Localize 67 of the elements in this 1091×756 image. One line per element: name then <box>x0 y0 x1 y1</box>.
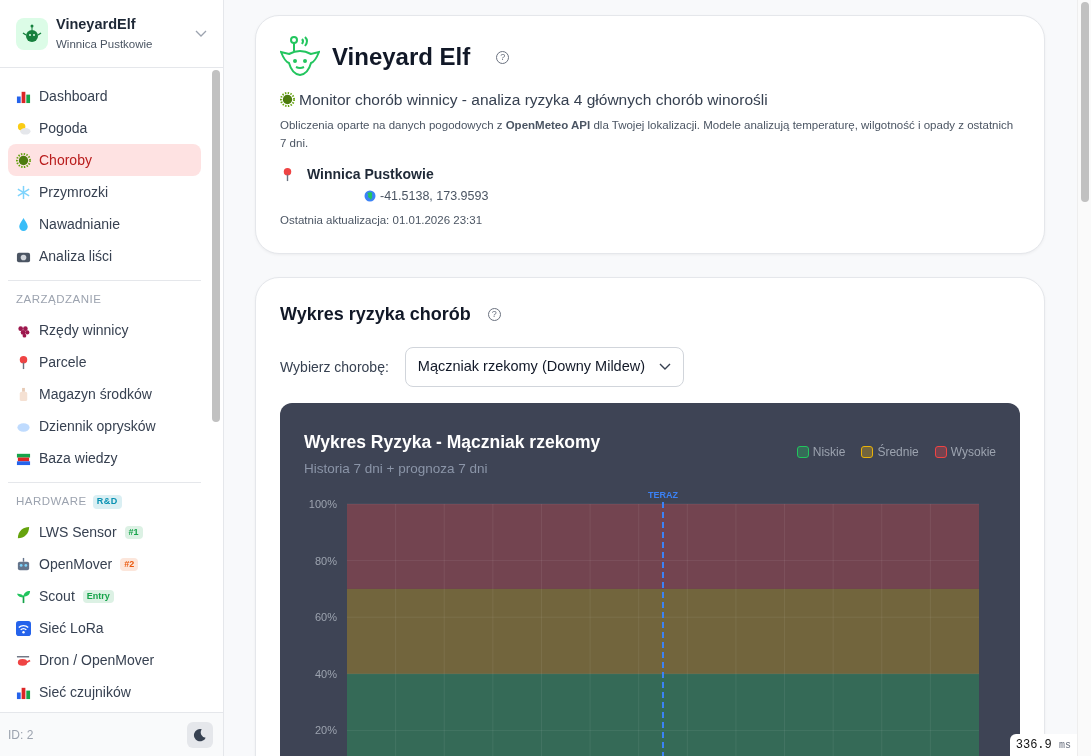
nav-item[interactable]: Dashboard <box>8 80 201 112</box>
nav-item[interactable]: Nawadnianie <box>8 208 201 240</box>
section-heading: HARDWARE <box>16 494 87 510</box>
globe-icon <box>364 190 376 203</box>
render-time-label: 336.9 ms <box>1009 734 1077 756</box>
nav-item[interactable]: Przymrozki <box>8 176 201 208</box>
legend-label: Wysokie <box>950 444 996 462</box>
scrollbar-thumb[interactable] <box>1080 2 1089 202</box>
now-marker-label: TERAZ <box>648 489 678 500</box>
nav-item[interactable]: Analiza liści <box>8 240 201 272</box>
nav-item[interactable]: Parcele <box>8 346 201 379</box>
nav-item[interactable]: Baza wiedzy <box>8 442 201 475</box>
moon-icon <box>193 727 207 742</box>
nav-item[interactable]: Sieć czujników <box>8 676 201 709</box>
tag: Entry <box>82 589 114 604</box>
app-logo-icon <box>16 17 48 50</box>
legend-label: Średnie <box>877 443 919 462</box>
legend-label: Niskie <box>812 444 846 462</box>
nav-item[interactable]: Dron / OpenMover <box>8 644 201 677</box>
virus-icon <box>280 92 295 108</box>
nav-item[interactable]: OpenMover #2 <box>8 548 201 581</box>
nav-item[interactable]: Sieć LoRa <box>8 612 201 645</box>
sprout-icon <box>16 589 31 604</box>
axis-label: 60% <box>314 610 337 623</box>
bar-chart-icon <box>16 685 31 700</box>
nav-item[interactable]: Rzędy winnicy <box>8 314 201 347</box>
sun-cloud-icon <box>16 120 31 136</box>
tag: #1 <box>124 525 143 540</box>
nav-item[interactable]: Choroby <box>8 144 201 176</box>
description-text: Obliczenia oparte na danych pogodowych z OpenMeteo API dla Twojej lokalizacji. Modele analizują temperaturę, wilgotność i opady z ostatnich 7 dni. <box>280 118 1015 151</box>
nav-item[interactable]: LWS Sensor #1 <box>8 516 201 549</box>
brand-subtitle: Winnica Pustkowie <box>56 36 154 52</box>
elf-robot-icon <box>280 36 320 78</box>
chevron-down-icon[interactable] <box>195 29 207 38</box>
section-title: Wykres ryzyka chorób <box>280 303 471 326</box>
axis-label: 80% <box>314 554 337 567</box>
select-label: Wybierz chorobę: <box>280 357 389 377</box>
helicopter-icon <box>16 653 31 668</box>
theme-toggle-button[interactable] <box>187 721 213 748</box>
chevron-down-icon <box>659 363 672 372</box>
axis-label: 40% <box>314 667 337 680</box>
page-subtitle: Monitor chorób winnicy - analiza ryzyka 4 głównych chorób winorośli <box>299 90 768 110</box>
coordinates-text: -41.5138, 173.9593 <box>380 187 489 205</box>
wifi-icon <box>16 621 31 636</box>
robot-icon <box>16 557 31 572</box>
tag: R&D <box>92 494 122 509</box>
scrollbar-thumb[interactable] <box>212 70 220 422</box>
chart-subtitle: Historia 7 dni + prognoza 7 dni <box>304 460 489 479</box>
snowflake-icon <box>16 184 31 200</box>
last-updated-text: Ostatnia aktualizacja: 01.01.2026 23:31 <box>280 212 484 228</box>
axis-label: 20% <box>314 724 337 736</box>
virus-icon <box>16 152 31 168</box>
leaf-icon <box>16 525 31 540</box>
nav-item[interactable]: Magazyn środków <box>8 378 201 411</box>
nav-item[interactable]: Pogoda <box>8 112 201 144</box>
disease-dropdown[interactable]: Mączniak rzekomy (Downy Mildew) <box>404 347 685 388</box>
user-id-label: ID: 2 <box>8 726 34 744</box>
axis-label: 100% <box>308 497 337 510</box>
nav-item[interactable]: Dziennik oprysków <box>8 410 201 443</box>
section-heading: ZARZĄDZANIE <box>16 292 102 307</box>
page-title: Vineyard Elf <box>332 42 471 72</box>
chart-title: Wykres Ryzyka - Mączniak rzekomy <box>304 431 601 455</box>
nav-item[interactable]: Scout Entry <box>8 580 201 613</box>
brand-name: VineyardElf <box>56 15 137 34</box>
location-name: Winnica Pustkowie <box>307 164 434 184</box>
tag: #2 <box>120 557 139 572</box>
droplet-icon <box>16 216 31 232</box>
